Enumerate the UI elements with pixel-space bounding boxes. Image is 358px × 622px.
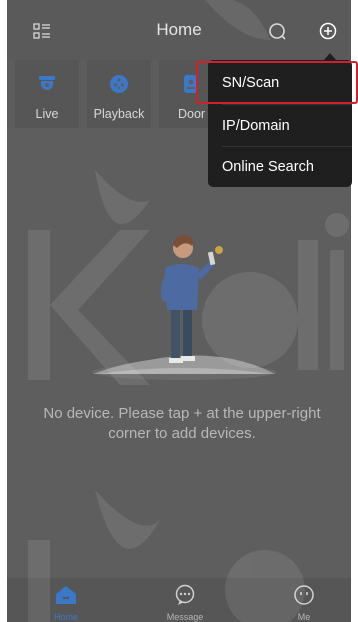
menu-item-ip-domain[interactable]: IP/Domain xyxy=(208,105,352,147)
quick-item-playback[interactable]: Playback xyxy=(87,60,151,128)
playback-icon xyxy=(110,75,128,93)
menu-item-online-search[interactable]: Online Search xyxy=(208,146,352,188)
empty-state-message: No device. Please tap + at the upper-rig… xyxy=(43,405,321,442)
me-icon xyxy=(294,585,314,605)
camera-icon xyxy=(39,76,55,90)
tab-message[interactable]: Message xyxy=(145,578,225,622)
page-title: Home xyxy=(156,20,202,39)
empty-state-illustration xyxy=(92,234,276,380)
quick-item-label: Live xyxy=(35,107,59,121)
app-header: Home xyxy=(7,0,351,60)
tab-me[interactable]: Me xyxy=(264,578,344,622)
home-icon xyxy=(56,586,76,604)
tab-label: Home xyxy=(53,612,78,622)
highlight-box xyxy=(196,61,358,104)
add-device-icon[interactable] xyxy=(319,22,337,40)
tab-home[interactable]: Home xyxy=(26,578,106,622)
message-icon xyxy=(175,584,195,605)
bottom-tab-bar: Home Message Me xyxy=(7,578,351,622)
quick-item-live[interactable]: Live xyxy=(15,60,79,128)
tab-label: Me xyxy=(297,612,311,622)
quick-item-label: Playback xyxy=(93,107,145,121)
search-icon[interactable] xyxy=(267,21,287,41)
tab-label: Message xyxy=(166,612,204,622)
